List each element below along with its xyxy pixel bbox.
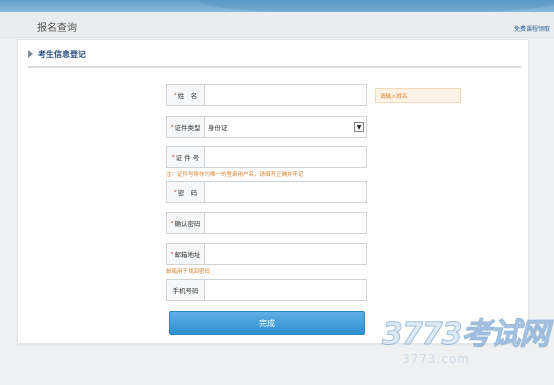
phone-row: 手机号码 xyxy=(166,279,367,301)
section-divider xyxy=(28,66,521,68)
section-title: 考生信息登记 xyxy=(38,49,86,59)
required-mark: * xyxy=(170,250,174,258)
free-course-link[interactable]: 免费课程领取 xyxy=(514,24,550,33)
name-tip: 请输入姓名 xyxy=(375,88,461,103)
id-type-label: * 证件类型 xyxy=(166,116,204,138)
password-input[interactable] xyxy=(204,181,367,203)
id-number-input[interactable] xyxy=(204,146,367,168)
confirm-password-label: * 确认密码 xyxy=(166,212,204,234)
watermark-logo-text: 3773考试网 xyxy=(382,317,551,352)
confirm-password-row: * 确认密码 xyxy=(166,212,367,234)
section-arrow-icon xyxy=(28,50,33,58)
email-input[interactable] xyxy=(204,243,367,265)
phone-label: 手机号码 xyxy=(166,279,204,301)
top-banner-strip xyxy=(0,0,554,12)
name-label: * 姓 名 xyxy=(166,84,204,106)
site-watermark: 3773考试网 3773.com xyxy=(382,317,551,380)
id-number-row: * 证 件 号 xyxy=(166,146,367,168)
password-row: * 密 码 xyxy=(166,181,367,203)
id-number-hint: 注：证件号将作为唯一的登录用户名，请填写正确并牢记 xyxy=(166,172,304,178)
email-label: * 邮箱地址 xyxy=(166,243,204,265)
phone-input[interactable] xyxy=(204,279,367,301)
watermark-domain: 3773.com xyxy=(402,352,470,366)
submit-button[interactable]: 完成 xyxy=(169,311,365,335)
page-title: 报名查询 xyxy=(37,23,77,34)
nav-bar xyxy=(0,12,554,38)
name-input[interactable] xyxy=(204,84,367,106)
id-type-row: * 证件类型 身份证 ▼ xyxy=(166,116,367,138)
name-row: * 姓 名 xyxy=(166,84,367,106)
id-type-select[interactable]: 身份证 ▼ xyxy=(204,116,367,138)
required-mark: * xyxy=(173,188,177,196)
email-hint: 邮箱用于找回密码 xyxy=(166,269,211,275)
id-type-value: 身份证 xyxy=(208,124,228,132)
required-mark: * xyxy=(170,123,174,131)
email-row: * 邮箱地址 xyxy=(166,243,367,265)
id-number-label: * 证 件 号 xyxy=(166,146,204,168)
required-mark: * xyxy=(170,219,174,227)
section-header: 考生信息登记 xyxy=(28,48,86,60)
confirm-password-input[interactable] xyxy=(204,212,367,234)
password-label: * 密 码 xyxy=(166,181,204,203)
banner-curve xyxy=(200,0,554,12)
required-mark: * xyxy=(171,153,175,161)
chevron-down-icon[interactable]: ▼ xyxy=(354,122,364,132)
required-mark: * xyxy=(173,91,177,99)
